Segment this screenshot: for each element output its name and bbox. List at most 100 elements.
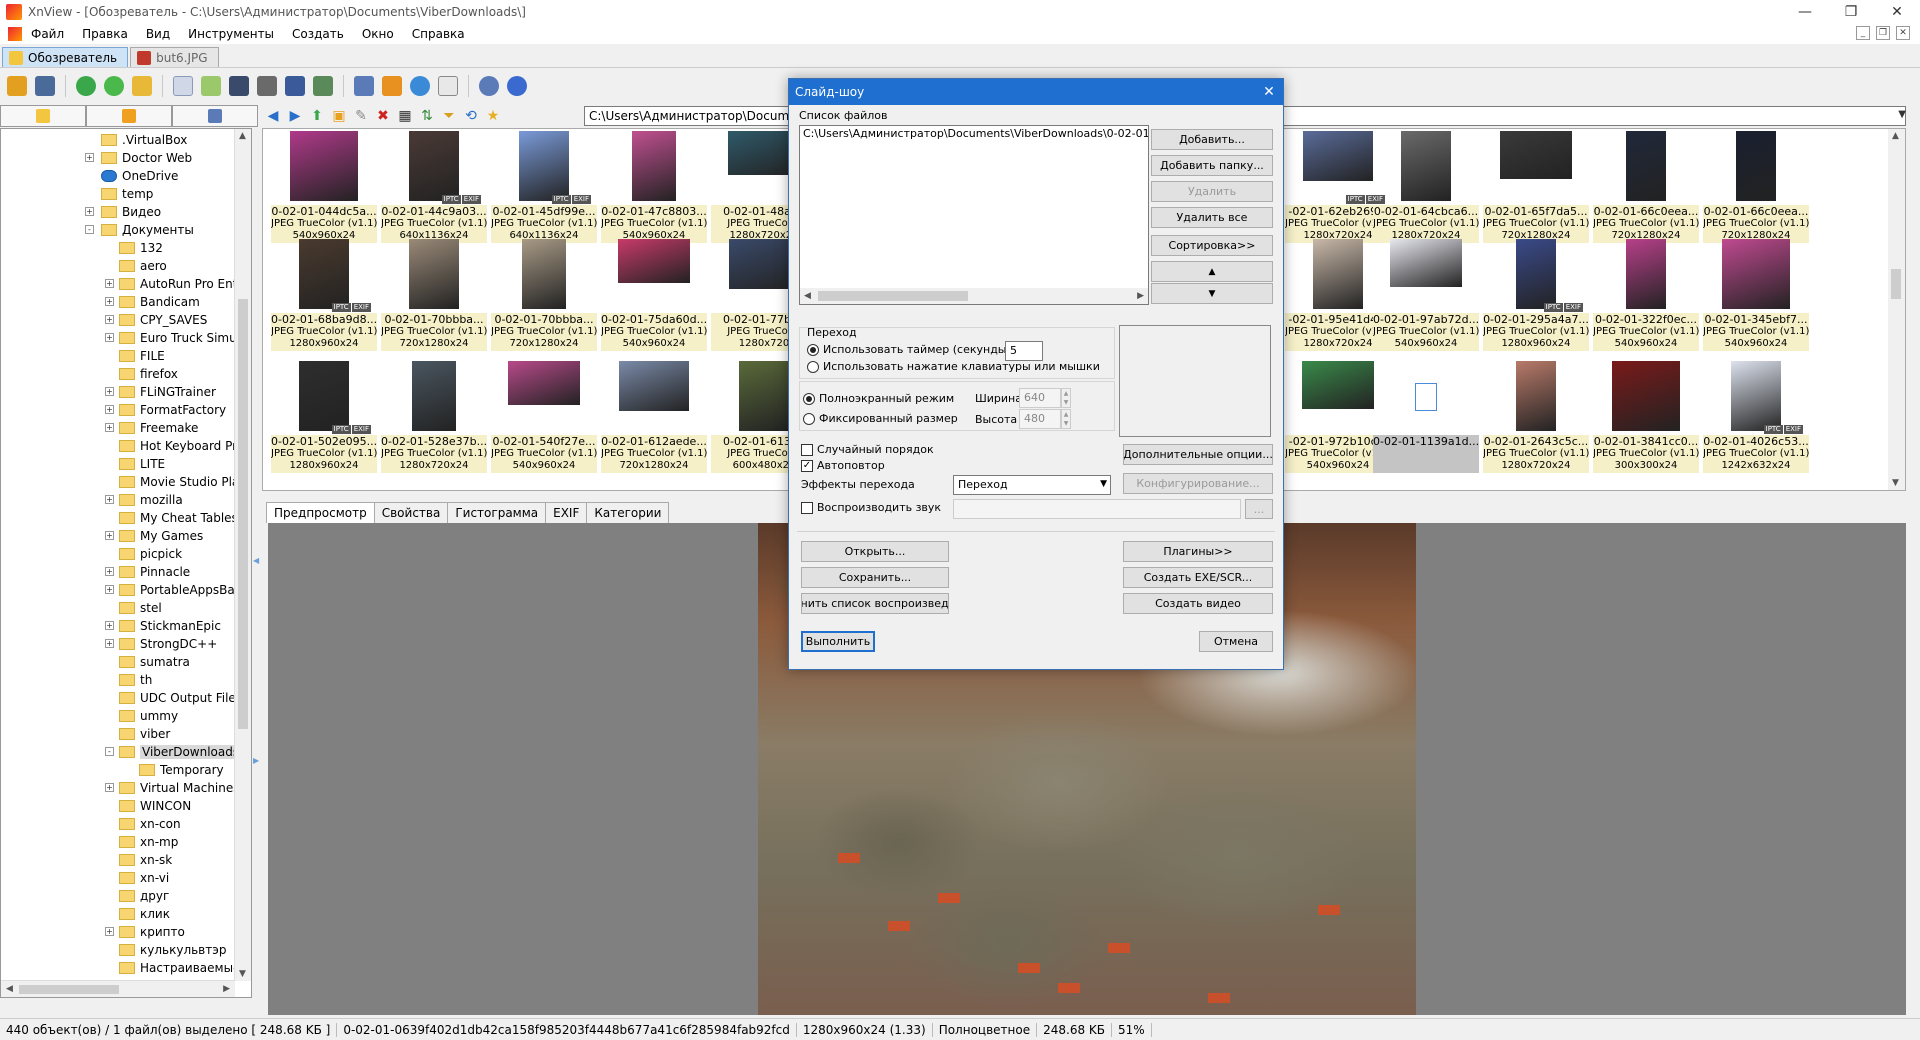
tab-categories[interactable]: Категории [586, 502, 670, 523]
tab-browser[interactable]: Обозреватель [2, 47, 129, 67]
tree-item[interactable]: firefox [1, 365, 237, 383]
tree-item[interactable]: + Видео [1, 203, 237, 221]
favorite-add-icon[interactable]: ★ [484, 107, 502, 125]
thumbnail-item[interactable]: IPTC EXIF 0-02-01-295a4a7... JPEG TrueColor… [1483, 237, 1589, 355]
thumbnail-item[interactable]: 0-02-01-70bbba... JPEG TrueColor (v1.1) 72… [381, 237, 487, 355]
contact-sheet-button[interactable] [435, 73, 461, 99]
thumbnail-item[interactable]: IPTC EXIF 0-02-01-45df99e... JPEG TrueColor… [491, 129, 597, 247]
thumbnail-item[interactable]: IPTC EXIF 0-02-01-68ba9d8... JPEG TrueColor… [271, 237, 377, 355]
print-button[interactable] [254, 73, 280, 99]
batch-button[interactable] [351, 73, 377, 99]
tree-item[interactable]: + StickmanEpic [1, 617, 237, 635]
tree-item[interactable]: Настраиваемые ш [1, 959, 251, 977]
categories-tab[interactable] [172, 105, 258, 127]
tree-item[interactable]: xn-vi [1, 869, 237, 887]
sync-icon[interactable]: ⟲ [462, 107, 480, 125]
tree-vertical-scrollbar[interactable]: ▲ ▼ [234, 129, 251, 981]
thumbnail-item[interactable]: 0-02-01-528e37b... JPEG TrueColor (v1.1) 1… [381, 359, 487, 477]
list-item[interactable]: C:\Users\Администратор\Documents\ViberDo… [800, 126, 1148, 141]
panel-splitter[interactable]: ◀ ▶ [252, 128, 260, 1008]
new-folder-icon[interactable]: ▣ [330, 107, 348, 125]
tree-item[interactable]: + AutoRun Pro Ente [1, 275, 245, 293]
tree-item[interactable]: xn-mp [1, 833, 237, 851]
sort-icon[interactable]: ⇅ [418, 107, 436, 125]
tree-item[interactable]: + крипто [1, 923, 237, 941]
mdi-restore-icon[interactable]: ❐ [1876, 26, 1890, 40]
delete-icon[interactable]: ✖ [374, 107, 392, 125]
forward-icon[interactable]: ▶ [286, 107, 304, 125]
tree-item[interactable]: My Cheat Tables [1, 509, 238, 527]
tree-item[interactable]: клик [1, 905, 237, 923]
capture-button[interactable] [310, 73, 336, 99]
height-input[interactable]: 480 [1019, 409, 1061, 429]
menu-edit[interactable]: Правка [73, 27, 137, 41]
collapse-icon[interactable]: - [105, 747, 114, 756]
expand-icon[interactable]: + [105, 495, 114, 504]
tree-item[interactable]: + Virtual Machines [1, 779, 240, 797]
expand-icon[interactable]: + [105, 927, 114, 936]
sort-button[interactable]: Сортировка>> [1151, 235, 1273, 256]
system-menu-icon[interactable] [8, 27, 22, 41]
expand-icon[interactable]: + [105, 405, 114, 414]
create-exe-button[interactable]: Создать EXE/SCR... [1123, 567, 1273, 588]
mdi-minimize-icon[interactable]: _ [1856, 26, 1870, 40]
menu-window[interactable]: Окно [353, 27, 403, 41]
add-folder-button[interactable]: Добавить папку... [1151, 155, 1273, 176]
tree-item[interactable]: viber [1, 725, 237, 743]
tab-histogram[interactable]: Гистограмма [447, 502, 547, 523]
expand-icon[interactable]: + [105, 621, 114, 630]
tree-item[interactable]: aero [1, 257, 237, 275]
expand-icon[interactable]: + [105, 297, 114, 306]
timer-radio[interactable] [807, 344, 819, 356]
filter-icon[interactable]: ⏷ [440, 107, 458, 125]
about-button[interactable] [504, 73, 530, 99]
minimize-button[interactable]: — [1782, 0, 1828, 24]
tree-item[interactable]: xn-con [1, 815, 237, 833]
search-button[interactable] [226, 73, 252, 99]
tree-item[interactable]: UDC Output Files [1, 689, 242, 707]
expand-icon[interactable]: + [105, 639, 114, 648]
thumbnail-item[interactable]: 0-02-01-612aede... JPEG TrueColor (v1.1) 7… [601, 359, 707, 477]
expand-icon[interactable]: + [105, 333, 114, 342]
tab-image[interactable]: but6.JPG [130, 47, 219, 67]
web-page-button[interactable] [407, 73, 433, 99]
menu-tools[interactable]: Инструменты [179, 27, 283, 41]
thumbnail-item[interactable]: 0-02-01-64cbca6... JPEG TrueColor (v1.1) 1… [1373, 129, 1479, 247]
thumbnail-item[interactable]: 0-02-01-47c8803... JPEG TrueColor (v1.1) 5… [601, 129, 707, 247]
tree-item[interactable]: OneDrive [1, 167, 237, 185]
collapse-left-icon[interactable]: ◀ [253, 556, 259, 570]
move-up-button[interactable]: ▲ [1151, 261, 1273, 282]
tab-preview[interactable]: Предпросмотр [266, 502, 375, 523]
tab-properties[interactable]: Свойства [373, 502, 449, 523]
reload-button[interactable] [101, 73, 127, 99]
thumbnail-item[interactable]: 0-02-01-044dc5a... JPEG TrueColor (v1.1) 5… [271, 129, 377, 247]
tree-item[interactable]: + Euro Truck Simula [1, 329, 247, 347]
thumbnail-item[interactable]: 0-02-01-1139a1d... [1373, 359, 1479, 477]
thumbnail-item[interactable]: 0-02-01-540f27e... JPEG TrueColor (v1.1) 5… [491, 359, 597, 477]
collapse-right-icon[interactable]: ▶ [253, 756, 259, 770]
thumbnail-item[interactable]: IPTC EXIF 0-02-01-4026c53... JPEG TrueColor… [1703, 359, 1809, 477]
thumbnail-item[interactable]: IPTC EXIF 0-02-01-44c9a03... JPEG TrueColor… [381, 129, 487, 247]
thumbnail-item[interactable]: 0-02-01-2643c5c... JPEG TrueColor (v1.1) 1… [1483, 359, 1589, 477]
back-icon[interactable]: ◀ [264, 107, 282, 125]
thumbnail-item[interactable]: 0-02-01-97ab72d... JPEG TrueColor (v1.1) 5… [1373, 237, 1479, 355]
tree-item[interactable]: + mozilla [1, 491, 237, 509]
expand-icon[interactable]: + [105, 585, 114, 594]
thumbnail-item[interactable]: IPTC EXIF 0-02-01-502e095... JPEG TrueColor… [271, 359, 377, 477]
tree-item[interactable]: друг [1, 887, 237, 905]
mdi-close-icon[interactable]: ✕ [1896, 26, 1910, 40]
expand-icon[interactable]: + [105, 387, 114, 396]
thumbnail-item[interactable]: 0-02-01-345ebf7... JPEG TrueColor (v1.1) 5… [1703, 237, 1809, 355]
timer-seconds-input[interactable]: 5 [1005, 341, 1043, 361]
effects-select[interactable]: Переход ▼ [953, 475, 1111, 495]
move-button[interactable] [198, 73, 224, 99]
file-list-horizontal-scrollbar[interactable]: ◀ ▶ [800, 288, 1148, 304]
open-button[interactable]: Открыть... [801, 541, 949, 562]
thumbnail-item[interactable]: 0-02-01-65f7da5... JPEG TrueColor (v1.1) 7… [1483, 129, 1589, 247]
tree-item[interactable]: th [1, 671, 237, 689]
thumbnail-item[interactable]: 0-02-01-322f0ec... JPEG TrueColor (v1.1) 5… [1593, 237, 1699, 355]
plugins-button[interactable]: Плагины>> [1123, 541, 1273, 562]
tree-item[interactable]: + CPY_SAVES [1, 311, 237, 329]
tree-item[interactable]: .VirtualBox [1, 131, 237, 149]
thumbnail-item[interactable]: 0-02-01-3841cc0... JPEG TrueColor (v1.1) 3… [1593, 359, 1699, 477]
